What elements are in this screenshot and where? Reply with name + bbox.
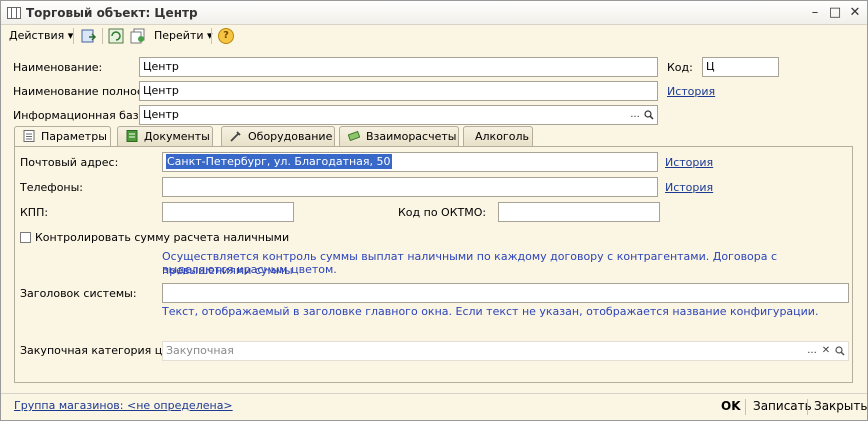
tab-settlements[interactable]: Взаиморасчеты — [339, 126, 459, 146]
control-cash-label: Контролировать сумму расчета наличными — [35, 231, 290, 244]
toolbar-separator — [73, 28, 74, 44]
toolbar: Действия ▾ Перейти ▾ ? — [1, 25, 867, 47]
phones-field[interactable] — [162, 177, 658, 197]
equipment-icon — [230, 131, 241, 142]
tab-equipment[interactable]: Оборудование — [221, 126, 335, 146]
magnifier-icon[interactable] — [833, 343, 847, 359]
magnifier-icon[interactable] — [642, 107, 656, 123]
kpp-label: КПП: — [20, 206, 49, 219]
copy-icon[interactable] — [130, 28, 146, 44]
documents-icon — [126, 130, 138, 142]
save-and-close-icon[interactable] — [81, 28, 97, 44]
form-icon — [7, 7, 21, 19]
restore-icon[interactable]: □ — [827, 5, 843, 21]
postal-address-value: Санкт-Петербург, ул. Благодатная, 50 — [166, 154, 392, 169]
window-title: Торговый объект: Центр — [26, 6, 198, 20]
phones-label: Телефоны: — [20, 181, 84, 194]
store-group-link[interactable]: Группа магазинов: <не определена> — [14, 399, 233, 413]
footer-separator — [1, 393, 867, 394]
purchase-price-field[interactable]: Закупочная ... ✕ — [162, 341, 849, 361]
goto-menu-button[interactable]: Перейти ▾ — [154, 28, 213, 44]
params-icon — [23, 130, 35, 142]
toolbar-separator — [102, 28, 103, 44]
oktmo-label: Код по ОКТМО: — [398, 206, 487, 219]
system-title-hint: Текст, отображаемый в заголовке главного… — [162, 305, 819, 318]
title-bar: Торговый объект: Центр – □ ✕ — [1, 1, 867, 25]
infobase-field[interactable]: Центр ... — [139, 105, 658, 125]
goto-menu-label: Перейти — [154, 29, 204, 42]
tab-documents[interactable]: Документы — [117, 126, 213, 146]
system-title-label: Заголовок системы: — [20, 287, 137, 300]
name-field[interactable]: Центр — [139, 57, 658, 77]
tab-label: Параметры — [41, 130, 107, 143]
tab-label: Оборудование — [248, 130, 333, 143]
full-name-label: Наименование полное: — [13, 85, 148, 98]
close-button[interactable]: Закрыть — [814, 399, 867, 413]
infobase-value: Центр — [143, 108, 179, 121]
infobase-select-button[interactable]: ... — [628, 107, 642, 123]
control-cash-hint-line2: выделяются красным цветом. — [162, 263, 337, 276]
oktmo-field[interactable] — [498, 202, 660, 222]
save-button[interactable]: Записать — [753, 399, 812, 413]
postal-address-field[interactable]: Санкт-Петербург, ул. Благодатная, 50 — [162, 152, 658, 172]
system-title-field[interactable] — [162, 283, 849, 303]
actions-menu-button[interactable]: Действия ▾ — [9, 28, 73, 44]
postal-history-link[interactable]: История — [665, 156, 713, 170]
phones-history-link[interactable]: История — [665, 181, 713, 195]
tab-label: Алкоголь — [475, 130, 529, 143]
close-icon[interactable]: ✕ — [847, 5, 863, 21]
infobase-label: Информационная база: — [13, 109, 150, 122]
tab-parameters[interactable]: Параметры — [14, 126, 111, 147]
tab-alcohol[interactable]: Алкоголь — [463, 126, 533, 146]
footer-separator — [745, 399, 746, 415]
control-cash-checkbox[interactable] — [20, 232, 31, 243]
actions-menu-label: Действия — [9, 29, 65, 42]
tab-label: Документы — [144, 130, 210, 143]
full-name-field[interactable]: Центр — [139, 81, 658, 101]
form-window: Торговый объект: Центр – □ ✕ Действия ▾ … — [0, 0, 868, 421]
postal-address-label: Почтовый адрес: — [20, 156, 119, 169]
purchase-price-value: Закупочная — [166, 344, 234, 357]
help-icon[interactable]: ? — [218, 28, 234, 44]
settlements-icon — [348, 130, 360, 142]
footer-separator — [807, 399, 808, 415]
code-label: Код: — [667, 61, 693, 74]
ok-button[interactable]: OK — [721, 399, 741, 413]
code-field[interactable]: Ц — [702, 57, 779, 77]
name-label: Наименование: — [13, 61, 103, 74]
purchase-price-label: Закупочная категория цен: — [20, 344, 180, 357]
tab-label: Взаиморасчеты — [366, 130, 457, 143]
reread-icon[interactable] — [108, 28, 124, 44]
clear-icon[interactable]: ✕ — [819, 343, 833, 359]
purchase-price-select-button[interactable]: ... — [805, 343, 819, 359]
full-name-history-link[interactable]: История — [667, 85, 715, 99]
kpp-field[interactable] — [162, 202, 294, 222]
minimize-icon[interactable]: – — [807, 5, 823, 21]
toolbar-separator — [211, 28, 212, 44]
